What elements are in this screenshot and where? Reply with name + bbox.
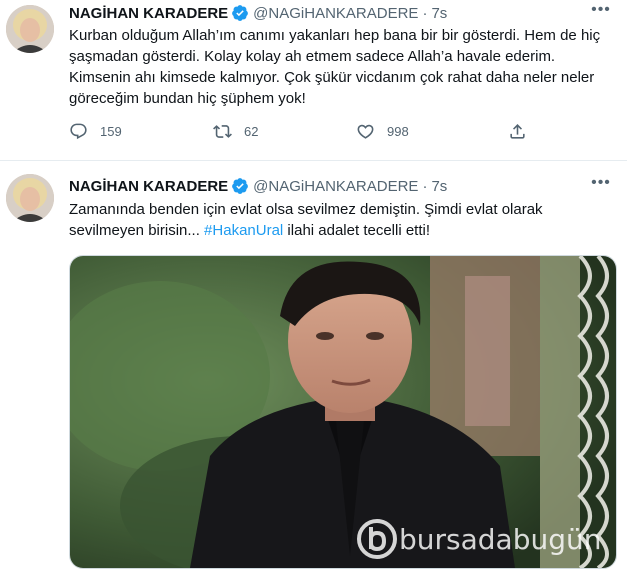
share-icon [510,124,525,139]
verified-badge-icon [232,178,249,194]
tweet-actions: 159 62 998 [69,122,609,146]
reply-count: 159 [100,124,122,139]
watermark: bursadabugün [355,517,602,561]
watermark-logo-icon [357,519,397,559]
tweet-timestamp[interactable]: 7s [431,5,447,22]
tweet-header: NAGİHAN KARADERE @NAGiHANKARADERE · 7s [69,3,447,23]
tweet-photo[interactable]: bursadabugün [69,255,617,569]
author-avatar[interactable] [6,174,54,222]
author-handle[interactable]: @NAGiHANKARADERE [253,5,418,22]
tweet[interactable]: NAGİHAN KARADERE @NAGiHANKARADERE · 7s •… [0,161,627,577]
more-options-icon[interactable]: ••• [589,175,613,197]
tweet[interactable]: NAGİHAN KARADERE @NAGiHANKARADERE · 7s •… [0,0,627,161]
like-count: 998 [387,124,409,139]
separator-dot: · [422,4,428,22]
author-handle[interactable]: @NAGiHANKARADERE [253,178,418,195]
reply-icon [70,123,87,140]
author-avatar[interactable] [6,5,54,53]
like-button[interactable]: 998 [356,122,409,141]
like-icon [357,124,374,139]
watermark-text: bursadabugün [399,522,602,556]
verified-badge-icon [232,5,249,21]
more-options-icon[interactable]: ••• [589,2,613,24]
retweet-count: 62 [244,124,259,139]
tweet-timestamp[interactable]: 7s [431,178,447,195]
retweet-button[interactable]: 62 [213,122,258,141]
author-name[interactable]: NAGİHAN KARADERE [69,178,228,195]
tweet-text-tail: ilahi adalet tecelli etti! [283,222,431,239]
author-name[interactable]: NAGİHAN KARADERE [69,5,228,22]
tweet-header: NAGİHAN KARADERE @NAGiHANKARADERE · 7s [69,176,447,196]
tweet-text: Zamanında benden için evlat olsa sevilme… [69,199,617,241]
tweet-text: Kurban olduğum Allah’ım canımı yakanları… [69,27,601,107]
retweet-icon [213,125,232,138]
separator-dot: · [422,177,428,195]
share-button[interactable] [508,122,539,141]
reply-button[interactable]: 159 [69,122,122,141]
hashtag-link[interactable]: #HakanUral [204,222,283,239]
